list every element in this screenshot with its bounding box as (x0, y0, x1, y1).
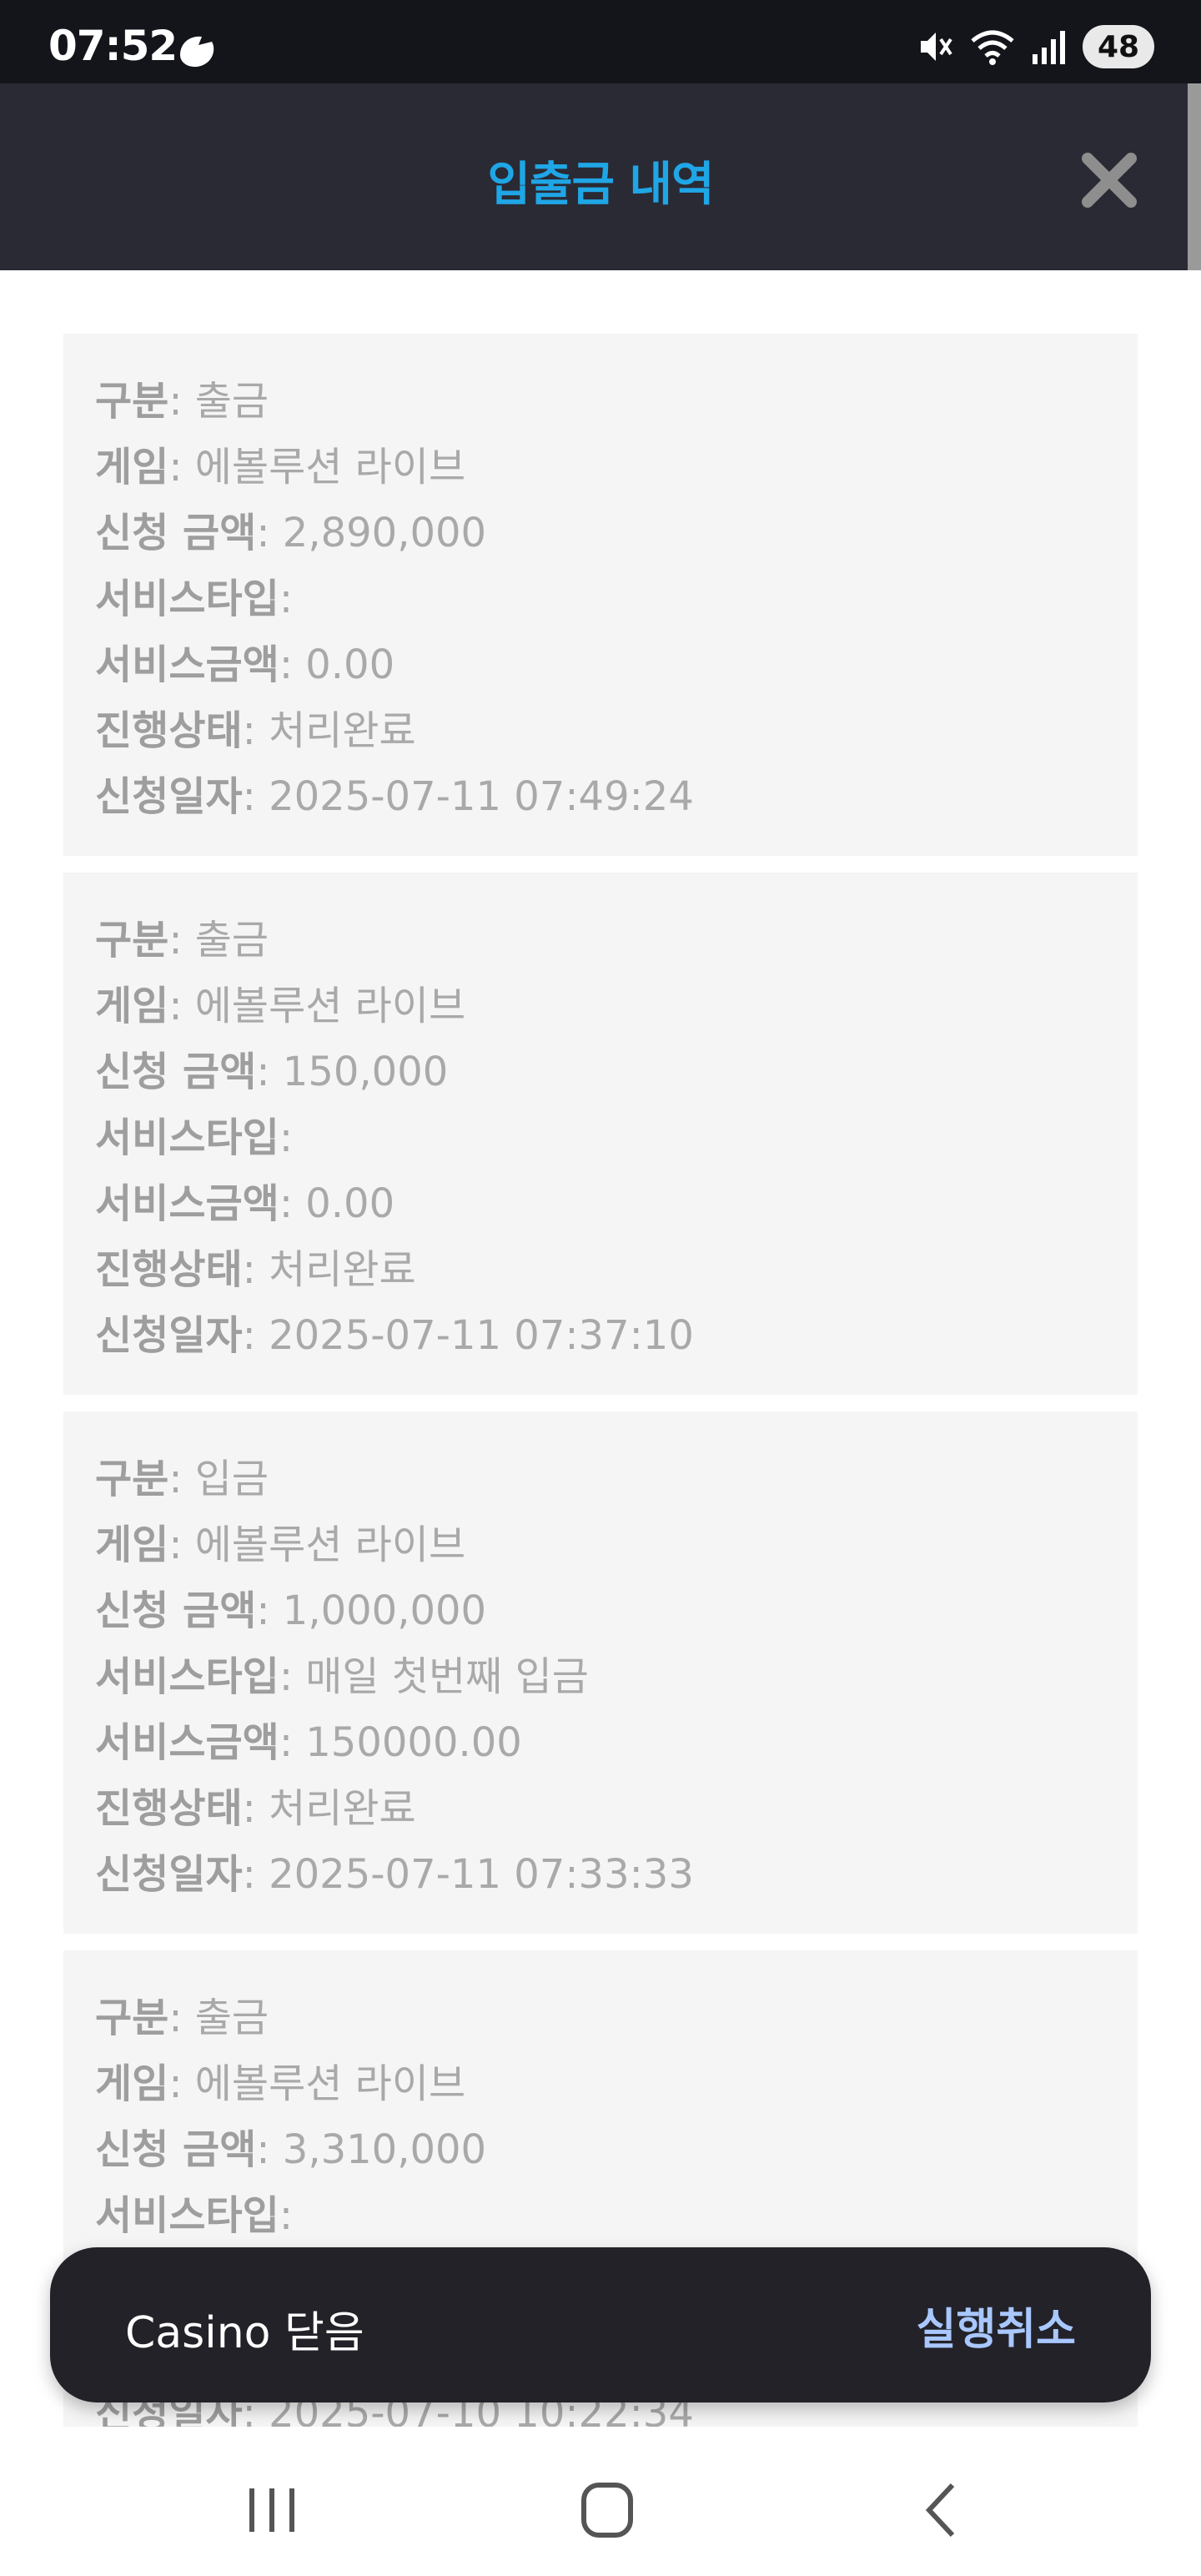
transaction-card: 구분: 출금 게임: 에볼루션 라이브 신청 금액: 2,890,000 서비스… (63, 334, 1138, 856)
row-service-amount: 서비스금액: 0.00 (95, 641, 395, 688)
transaction-list[interactable]: 구분: 출금 게임: 에볼루션 라이브 신청 금액: 2,890,000 서비스… (0, 270, 1201, 2427)
home-icon[interactable] (557, 2468, 657, 2552)
transaction-card: 구분: 출금 게임: 에볼루션 라이브 신청 금액: 150,000 서비스타입… (63, 873, 1138, 1395)
row-date: 신청일자: 2025-07-11 07:49:24 (95, 773, 694, 820)
row-status: 진행상태: 처리완료 (95, 1785, 416, 1832)
app-notification-icon (180, 36, 214, 68)
row-service-type: 서비스타입: (95, 576, 293, 622)
snackbar-message: Casino 닫음 (125, 2308, 364, 2358)
row-status: 진행상태: 처리완료 (95, 707, 416, 754)
row-type: 구분: 출금 (95, 378, 269, 425)
row-service-amount: 서비스금액: 0.00 (95, 1180, 395, 1227)
back-icon[interactable] (892, 2468, 992, 2552)
row-service-amount: 서비스금액: 150000.00 (95, 1719, 522, 1766)
battery-indicator: 48 (1083, 25, 1154, 68)
row-amount: 신청 금액: 150,000 (95, 1049, 449, 1095)
navigation-bar (0, 2427, 1201, 2576)
row-date: 신청일자: 2025-07-11 07:33:33 (95, 1851, 694, 1898)
status-icons: 48 (916, 22, 1154, 72)
mute-icon (921, 33, 952, 61)
row-service-type: 서비스타입: 매일 첫번째 입금 (95, 1653, 589, 1700)
row-game: 게임: 에볼루션 라이브 (95, 444, 466, 491)
status-bar: 07:52 48 (0, 0, 1201, 83)
row-service-type: 서비스타입: (95, 1114, 293, 1161)
row-type: 구분: 출금 (95, 917, 269, 963)
row-service-type: 서비스타입: (95, 2192, 293, 2239)
row-game: 게임: 에볼루션 라이브 (95, 1522, 466, 1568)
row-game: 게임: 에볼루션 라이브 (95, 2060, 466, 2107)
dialog-header: 입출금 내역 (0, 83, 1201, 270)
row-type: 구분: 출금 (95, 1995, 269, 2041)
row-amount: 신청 금액: 1,000,000 (95, 1587, 487, 1634)
row-game: 게임: 에볼루션 라이브 (95, 983, 466, 1029)
transaction-card: 구분: 입금 게임: 에볼루션 라이브 신청 금액: 1,000,000 서비스… (63, 1411, 1138, 1934)
page-title: 입출금 내역 (487, 158, 714, 212)
undo-button[interactable]: 실행취소 (917, 2294, 1076, 2357)
row-date: 신청일자: 2025-07-11 07:37:10 (95, 1312, 694, 1359)
row-status: 진행상태: 처리완료 (95, 1246, 416, 1293)
row-type: 구분: 입금 (95, 1456, 269, 1502)
recent-apps-icon[interactable] (222, 2468, 322, 2552)
snackbar: Casino 닫음 실행취소 (50, 2247, 1151, 2402)
row-amount: 신청 금액: 3,310,000 (95, 2126, 487, 2173)
close-icon[interactable] (1078, 148, 1141, 212)
wifi-icon (971, 30, 1014, 65)
signal-icon (1033, 31, 1065, 64)
row-amount: 신청 금액: 2,890,000 (95, 510, 487, 556)
status-time: 07:52 (48, 22, 178, 70)
